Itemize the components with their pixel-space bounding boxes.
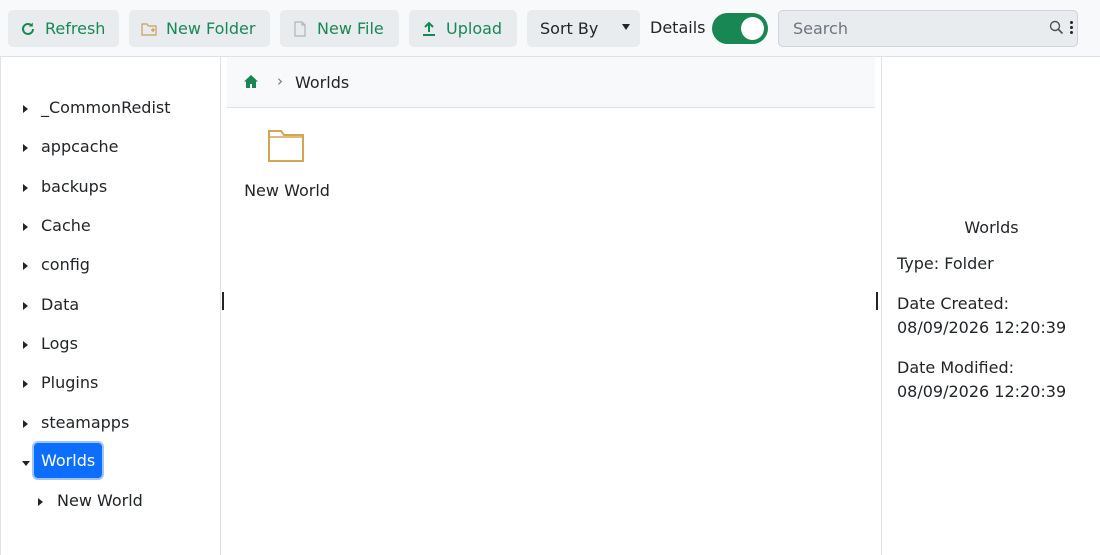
new-file-button[interactable]: New File [280,10,399,47]
tree-item-label: backups [41,177,108,196]
tree-item-commonredist[interactable]: _CommonRedist [1,90,220,128]
tree-item-label: _CommonRedist [41,98,171,117]
caret-right-icon[interactable] [23,341,28,349]
sort-by-label: Sort By [540,19,599,38]
new-folder-button[interactable]: New Folder [129,10,270,47]
details-title: Worlds [964,218,1019,237]
home-icon[interactable] [243,74,259,93]
caret-right-icon[interactable] [23,105,28,113]
tree-item-new-world[interactable]: New World [1,483,220,521]
upload-label: Upload [446,19,503,38]
toolbar: Refresh New Folder New File Upload Sort … [0,0,1100,57]
details-created-value: 08/09/2026 12:20:39 [897,318,1067,337]
more-options-icon[interactable] [1070,21,1074,36]
tree-item-label: steamapps [41,413,130,432]
toggle-knob [741,17,764,40]
caret-right-icon[interactable] [23,420,28,428]
file-name: New World [244,181,330,200]
tree-item-label: New World [57,491,143,510]
details-type: Type: Folder [897,254,994,273]
caret-right-icon[interactable] [23,144,28,152]
left-splitter-handle[interactable] [222,292,224,310]
caret-right-icon[interactable] [23,380,28,388]
new-file-label: New File [317,19,384,38]
navigation-tree: _CommonRedist appcache backups Cache config D… [0,57,221,555]
caret-right-icon[interactable] [23,184,28,192]
caret-down-icon [622,24,630,30]
search-icon[interactable] [1049,20,1064,39]
tree-item-appcache[interactable]: appcache [1,129,220,167]
search-box [778,10,1078,47]
details-modified-value: 08/09/2026 12:20:39 [897,382,1067,401]
chevron-right-icon: › [277,72,283,90]
tree-item-data[interactable]: Data [1,287,220,325]
search-input[interactable] [779,11,1039,46]
folder-icon [267,129,305,167]
tree-item-worlds[interactable]: Worlds [1,443,220,482]
details-label: Details [650,18,706,37]
tree-item-backups[interactable]: backups [1,169,220,207]
file-item-new-world[interactable]: New World [241,129,333,205]
caret-right-icon[interactable] [38,498,43,506]
refresh-label: Refresh [45,19,106,38]
upload-icon [420,20,438,38]
details-toggle[interactable] [712,13,768,44]
tree-item-label: Plugins [41,373,99,392]
new-folder-label: New Folder [166,19,256,38]
new-file-icon [291,20,309,38]
caret-down-icon[interactable] [22,461,30,466]
sort-by-dropdown[interactable]: Sort By [527,10,640,47]
details-modified-label: Date Modified: [897,358,1014,377]
refresh-button[interactable]: Refresh [8,10,119,47]
tree-item-label: Logs [41,334,78,353]
tree-item-steamapps[interactable]: steamapps [1,405,220,443]
refresh-icon [19,20,37,38]
tree-item-logs[interactable]: Logs [1,326,220,364]
caret-right-icon[interactable] [23,223,28,231]
main-content: › Worlds New World [227,57,875,555]
tree-item-label: Cache [41,216,91,235]
breadcrumb-current[interactable]: Worlds [295,73,349,92]
tree-item-label: Data [41,295,80,314]
tree-item-plugins[interactable]: Plugins [1,365,220,403]
details-panel: Worlds Type: Folder Date Created: 08/09/… [881,57,1100,555]
caret-right-icon[interactable] [23,302,28,310]
tree-item-config[interactable]: config [1,247,220,285]
tree-item-label: config [41,255,90,274]
tree-item-label: Worlds [34,443,103,478]
caret-right-icon[interactable] [23,262,28,270]
new-folder-icon [140,20,158,38]
upload-button[interactable]: Upload [409,10,517,47]
tree-item-label: appcache [41,137,119,156]
tree-item-cache[interactable]: Cache [1,208,220,246]
details-created-label: Date Created: [897,294,1010,313]
right-splitter-handle[interactable] [876,292,878,310]
breadcrumb: › Worlds [227,57,875,108]
